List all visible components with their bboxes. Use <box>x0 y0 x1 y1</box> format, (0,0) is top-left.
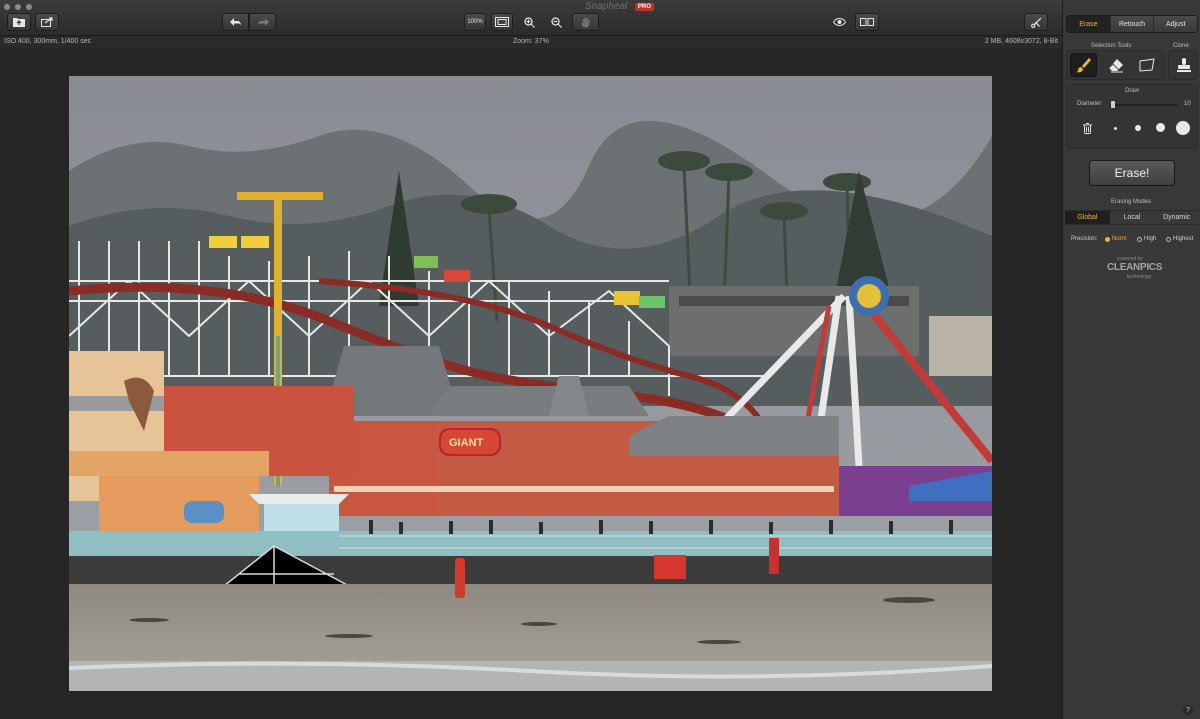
help-button[interactable]: ? <box>1183 705 1193 715</box>
eraser-icon <box>1108 59 1123 73</box>
tab-erase[interactable]: Erase <box>1067 16 1111 32</box>
clone-group <box>1168 50 1198 80</box>
brush-size-s[interactable] <box>1135 125 1141 131</box>
photo-image: GIANT <box>69 76 992 691</box>
radio-dot <box>1105 236 1110 242</box>
tab-adjust[interactable]: Adjust <box>1154 16 1197 32</box>
brush-icon <box>1075 58 1091 73</box>
image-canvas[interactable]: GIANT <box>0 48 1062 719</box>
redo-button[interactable] <box>249 13 276 31</box>
brush-size-m[interactable] <box>1156 123 1165 132</box>
app-name: Snapheal <box>585 1 628 12</box>
precision-highest[interactable]: Highest <box>1166 236 1193 242</box>
draw-group: Draw Diameter 10 <box>1066 84 1198 149</box>
clone-label: Clone <box>1173 43 1189 49</box>
tool-panel: Erase Retouch Adjust Selection Tools Clo… <box>1062 0 1200 719</box>
fit-to-screen-icon <box>495 17 509 27</box>
zoom-in-icon <box>523 16 535 28</box>
precision-label: Precision: <box>1071 236 1098 242</box>
eye-icon <box>832 18 846 26</box>
brand-name: CLEANPICS <box>1107 262 1163 273</box>
file-info: 2 MB, 4608x3072, 8-Bit <box>984 38 1058 45</box>
radio-dot <box>1137 236 1142 242</box>
clone-stamp-tool[interactable] <box>1170 53 1197 77</box>
precision-highest-label: Highest <box>1173 236 1194 242</box>
toolbar: Snapheal PRO 100% <box>0 0 1062 36</box>
boardwalk-photo[interactable]: GIANT <box>69 76 992 691</box>
zoom-actual-size-button[interactable]: 100% <box>464 13 486 31</box>
draw-label: Draw <box>1125 88 1140 94</box>
stamp-icon <box>1176 58 1191 72</box>
radio-dot <box>1166 236 1171 242</box>
open-button[interactable] <box>7 13 31 31</box>
exif-info: ISO 400, 300mm, 1/400 sec <box>4 38 92 45</box>
zoom-level: Zoom: 37% <box>513 38 549 45</box>
selection-tools-label: Selection Tools <box>1091 43 1132 49</box>
zoom-window-button[interactable] <box>26 4 32 10</box>
trash-can-icon[interactable] <box>1083 123 1092 134</box>
mode-dynamic[interactable]: Dynamic <box>1154 211 1199 224</box>
tab-retouch[interactable]: Retouch <box>1111 16 1155 32</box>
precision-norm[interactable]: Norm <box>1105 236 1127 242</box>
diameter-slider-thumb[interactable] <box>1111 101 1116 108</box>
compare-split-icon <box>860 18 874 26</box>
precision-high-label: High <box>1144 236 1157 242</box>
eraser-tool[interactable] <box>1102 53 1129 77</box>
mode-global[interactable]: Global <box>1065 211 1110 224</box>
pro-badge: PRO <box>635 3 655 11</box>
close-window-button[interactable] <box>4 4 10 10</box>
brush-size-xs[interactable] <box>1114 127 1117 130</box>
undo-arrow-icon <box>229 17 241 26</box>
export-button[interactable] <box>35 13 59 31</box>
precision-norm-label: Norm <box>1112 236 1127 242</box>
info-bar: ISO 400, 300mm, 1/400 sec Zoom: 37% 2 MB… <box>0 36 1062 48</box>
redo-arrow-icon <box>257 17 269 26</box>
erasing-modes-label: Erasing Modes <box>1111 199 1152 205</box>
svg-text:GIANT: GIANT <box>449 437 484 449</box>
zoom-out-icon <box>550 16 562 28</box>
folder-open-icon <box>13 18 25 27</box>
cleanpics-logo: powered by CLEANPICS technology <box>1107 256 1177 282</box>
precision-high[interactable]: High <box>1137 236 1156 242</box>
brush-tool[interactable] <box>1070 53 1097 77</box>
diameter-value: 10 <box>1184 101 1191 107</box>
zoom-in-button[interactable] <box>520 13 538 31</box>
compare-button[interactable] <box>855 13 879 31</box>
share-export-icon <box>40 17 53 27</box>
fit-to-screen-button[interactable] <box>491 13 513 31</box>
undo-button[interactable] <box>222 13 249 31</box>
preview-button[interactable] <box>830 13 848 31</box>
snapheal-window: Snapheal PRO 100% ISO 400, 300mm, 1/400 … <box>0 0 1200 719</box>
diameter-slider[interactable] <box>1110 104 1178 106</box>
mode-tabs: Erase Retouch Adjust <box>1066 15 1198 33</box>
lasso-tool[interactable] <box>1133 53 1160 77</box>
brush-size-l[interactable] <box>1176 121 1190 135</box>
minimize-window-button[interactable] <box>15 4 21 10</box>
hand-pan-icon <box>580 16 589 28</box>
scissors-icon <box>1030 17 1041 28</box>
erasing-modes: Global Local Dynamic <box>1065 210 1199 225</box>
hand-pan-button[interactable] <box>572 13 599 31</box>
erase-button[interactable]: Erase! <box>1089 160 1175 186</box>
window-title: Snapheal PRO <box>560 1 680 13</box>
diameter-label: Diameter <box>1077 101 1102 107</box>
tools-button[interactable] <box>1024 13 1048 31</box>
brand-sub: technology <box>1127 274 1152 280</box>
selection-tools-group <box>1066 50 1164 80</box>
lasso-icon <box>1139 58 1155 72</box>
mode-local[interactable]: Local <box>1110 211 1155 224</box>
zoom-out-button[interactable] <box>547 13 565 31</box>
